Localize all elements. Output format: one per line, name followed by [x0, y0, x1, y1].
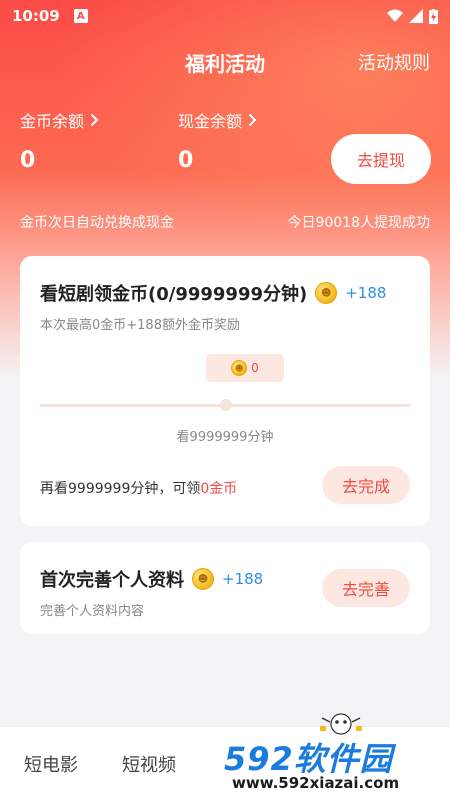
notification-badge-icon: A [73, 9, 88, 23]
task-subtitle: 完善个人资料内容 [40, 604, 145, 619]
nav-item-short-film[interactable]: 短电影 [24, 751, 78, 777]
balance-notes: 金币次日自动兑换成现金 今日90018人提现成功 [20, 212, 430, 232]
battery-icon [429, 8, 438, 24]
task-title-row: 看短剧领金币(0/9999999分钟) ☻ +188 [40, 280, 410, 306]
status-bar: 10:09 A [0, 0, 450, 32]
complete-task-button[interactable]: 去完成 [322, 466, 410, 504]
remaining-highlight: 0金币 [200, 481, 238, 497]
task-header: 看短剧领金币(0/9999999分钟) ☻ +188 本次最高0金币+188额外… [40, 280, 410, 333]
coin-icon: ☻ [315, 282, 338, 304]
remaining-prefix: 再看9999999分钟，可领 [40, 481, 201, 497]
wifi-icon [387, 9, 403, 22]
task-subtitle: 本次最高0金币+188额外金币奖励 [40, 318, 240, 333]
task-title: 首次完善个人资料 [40, 570, 184, 591]
coin-balance-label-row[interactable]: 金币余额 [20, 108, 99, 132]
coin-icon: ☻ [192, 568, 214, 590]
cash-balance-value: 0 [178, 148, 194, 173]
signal-icon [409, 9, 423, 23]
task-title-row: 首次完善个人资料 ☻ +188 [40, 566, 310, 592]
status-time: 10:09 [12, 7, 60, 25]
coin-balance-label: 金币余额 [20, 112, 85, 131]
profile-task-card: 首次完善个人资料 ☻ +188 完善个人资料内容 去完善 [20, 542, 430, 634]
coin-balance-value: 0 [20, 148, 36, 173]
watch-drama-task-card: 看短剧领金币(0/9999999分钟) ☻ +188 本次最高0金币+188额外… [20, 256, 430, 526]
progress-caption: 看9999999分钟 [176, 430, 274, 445]
auto-convert-note: 金币次日自动兑换成现金 [20, 215, 174, 231]
cash-balance-label-row[interactable]: 现金余额 [178, 108, 257, 132]
task-title: 看短剧领金币(0/9999999分钟) [40, 284, 308, 305]
mascot-icon [320, 713, 362, 735]
coin-icon: ☻ [231, 360, 248, 376]
cash-balance-label: 现金余额 [178, 112, 243, 131]
nav-item-short-video[interactable]: 短视频 [122, 751, 176, 777]
today-withdraw-note: 今日90018人提现成功 [287, 215, 430, 231]
progress-bubble: ☻ 0 [206, 354, 284, 382]
cash-balance[interactable]: 现金余额 0 [178, 108, 257, 173]
status-icons [387, 8, 438, 24]
chevron-right-icon [248, 113, 257, 127]
complete-profile-button[interactable]: 去完善 [322, 569, 410, 607]
chevron-right-icon [90, 113, 99, 127]
watermark-logo: 592软件园 www.592xiazai.com [218, 728, 450, 800]
progress-coin-value: 0 [251, 361, 259, 375]
activity-rules-link[interactable]: 活动规则 [358, 44, 430, 84]
progress-marker [220, 399, 232, 411]
task-header: 首次完善个人资料 ☻ +188 完善个人资料内容 [40, 566, 310, 619]
coin-balance[interactable]: 金币余额 0 [20, 108, 99, 173]
task-reward: +188 [345, 284, 387, 302]
withdraw-button[interactable]: 去提现 [331, 134, 431, 184]
task-reward: +188 [222, 570, 264, 588]
remaining-hint: 再看9999999分钟，可领0金币 [40, 478, 237, 498]
title-bar: 福利活动 活动规则 [0, 44, 450, 84]
watermark-url: www.592xiazai.com [232, 774, 400, 792]
